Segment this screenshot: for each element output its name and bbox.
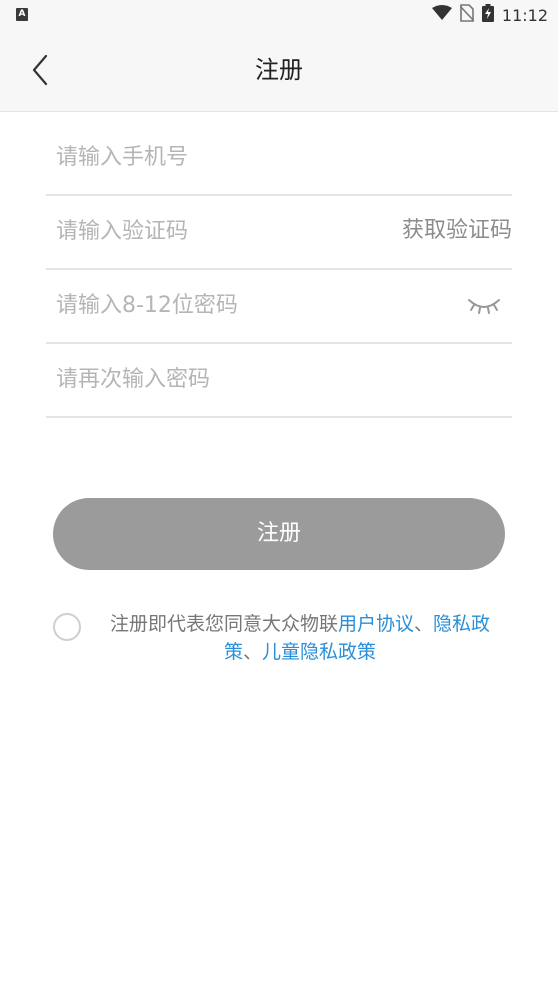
agreement-separator: 、 [242, 641, 262, 663]
confirm-password-field-row [46, 342, 512, 418]
toggle-password-visibility-button[interactable] [466, 290, 502, 320]
code-field-row: 获取验证码 [46, 194, 512, 270]
child-privacy-policy-link[interactable]: 儿童隐私政策 [262, 641, 376, 663]
nav-bar: 注册 [0, 30, 558, 112]
get-code-button[interactable]: 获取验证码 [402, 194, 512, 268]
app-notification-icon: A [16, 8, 28, 21]
wifi-icon [431, 5, 452, 25]
register-button[interactable]: 注册 [53, 498, 505, 570]
verification-code-input[interactable] [56, 194, 356, 268]
eye-closed-icon [468, 299, 500, 314]
phone-field-row [46, 120, 512, 196]
agreement-checkbox[interactable] [53, 613, 81, 641]
page-title: 注册 [255, 56, 303, 84]
user-agreement-link[interactable]: 用户协议 [338, 613, 414, 635]
register-screen: A 11:12 注册 获取验证码 [0, 0, 558, 992]
password-input[interactable] [56, 268, 356, 342]
agreement-separator: 、 [414, 613, 434, 635]
agreement-prefix: 注册即代表您同意大众物联 [109, 613, 338, 635]
password-field-row [46, 268, 512, 344]
agreement-text: 注册即代表您同意大众物联用户协议、隐私政策、儿童隐私政策 [100, 610, 500, 666]
confirm-password-input[interactable] [56, 342, 356, 416]
status-bar: A 11:12 [0, 0, 558, 30]
no-sim-icon [459, 4, 475, 26]
status-icons: 11:12 [431, 4, 548, 26]
battery-charging-icon [481, 4, 494, 26]
phone-input[interactable] [56, 120, 356, 194]
status-time: 11:12 [501, 5, 548, 25]
